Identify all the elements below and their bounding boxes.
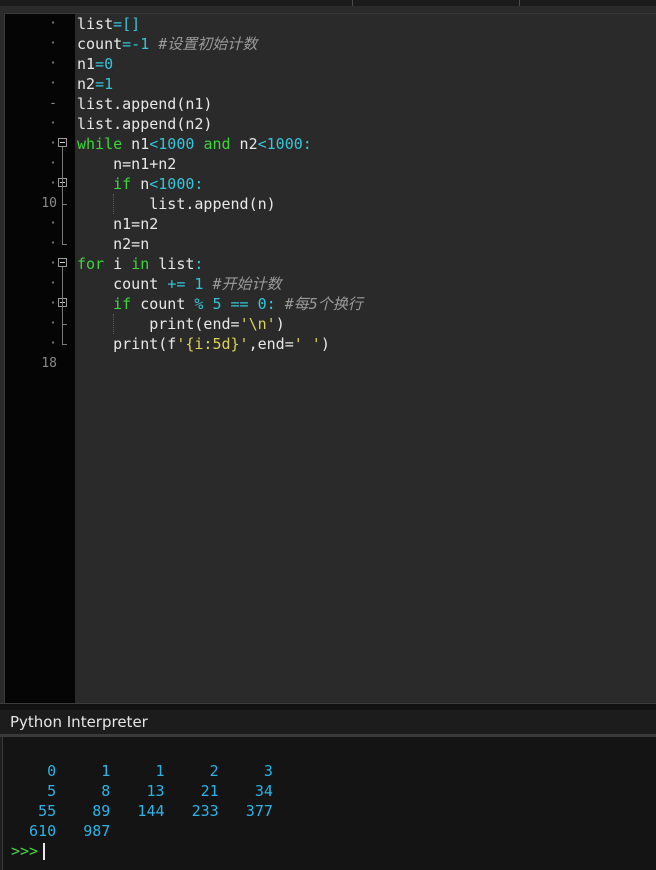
interpreter-console[interactable]: 0 1 1 2 3 5 8 13 21 34 55 89 144 233 377… [2, 737, 656, 870]
line-number: · [49, 56, 57, 71]
gutter-line: 18 [5, 354, 75, 374]
code-line[interactable]: if count % 5 == 0: #每5个换行 [77, 294, 363, 314]
indent-guide [113, 194, 114, 214]
prompt-marker: >>> [11, 842, 39, 860]
output-line: 0 1 1 2 3 [11, 762, 273, 780]
line-number: · [49, 216, 57, 231]
line-number: · [49, 36, 57, 51]
pane-splitter[interactable] [0, 703, 656, 710]
fold-toggle-icon[interactable] [58, 258, 67, 267]
code-line[interactable]: n2=n [77, 234, 149, 254]
code-line[interactable]: list.append(n) [77, 194, 275, 214]
gutter-line: · [5, 54, 75, 74]
top-strip [0, 0, 656, 6]
gutter-line: · [5, 254, 75, 274]
editor-pane[interactable]: · · · · - · · · · 10 · · · · · · · 18 list=[] count=-1 #设置… [0, 0, 656, 703]
code-line[interactable]: if n<1000: [77, 174, 203, 194]
fold-guide [62, 307, 63, 324]
output-line: 610 987 [11, 822, 111, 840]
code-line[interactable]: n1=0 [77, 54, 113, 74]
code-line[interactable]: n=n1+n2 [77, 154, 176, 174]
code-line[interactable]: list=[] [77, 14, 140, 34]
interpreter-header: Python Interpreter [0, 710, 656, 734]
gutter-line: · [5, 14, 75, 34]
fold-guide [62, 267, 63, 344]
output-line: 5 8 13 21 34 [11, 782, 273, 800]
fold-end [62, 344, 67, 345]
line-number: · [49, 336, 57, 351]
line-number: · [49, 276, 57, 291]
line-number: 10 [41, 196, 57, 211]
line-number: · [49, 256, 57, 271]
text-cursor [43, 843, 46, 860]
gutter-line: · [5, 294, 75, 314]
line-number: · [49, 316, 57, 331]
code-line[interactable]: n2=1 [77, 74, 113, 94]
line-number: · [49, 156, 57, 171]
gutter-line: · [5, 34, 75, 54]
code-line[interactable]: count=-1 #设置初始计数 [77, 34, 257, 54]
line-number: · [49, 236, 57, 251]
gutter-line: · [5, 274, 75, 294]
interpreter-title: Python Interpreter [10, 713, 148, 731]
line-number: 18 [41, 356, 57, 371]
prompt-line[interactable]: >>> [11, 841, 46, 861]
code-line[interactable]: list.append(n2) [77, 114, 212, 134]
output-line: 55 89 144 233 377 [11, 802, 273, 820]
indent-guide [113, 314, 114, 334]
line-number: · [49, 116, 57, 131]
code-line[interactable]: count += 1 #开始计数 [77, 274, 281, 294]
code-line[interactable]: while n1<1000 and n2<1000: [77, 134, 312, 154]
line-number: · [49, 16, 57, 31]
code-line[interactable]: list.append(n1) [77, 94, 212, 114]
gutter-line: · [5, 174, 75, 194]
code-line[interactable]: for i in list: [77, 254, 203, 274]
code-line[interactable]: print(f'{i:5d}',end=' ') [77, 334, 330, 354]
line-number: · [49, 136, 57, 151]
line-number: · [49, 76, 57, 91]
gutter-line: · [5, 134, 75, 154]
line-number: · [49, 176, 57, 191]
gutter-line: · [5, 154, 75, 174]
fold-toggle-icon[interactable] [58, 138, 67, 147]
fold-end [62, 204, 67, 205]
fold-end [62, 324, 67, 325]
line-number: · [49, 296, 57, 311]
fold-end [62, 244, 67, 245]
code-line[interactable]: n1=n2 [77, 214, 158, 234]
gutter-line: · [5, 114, 75, 134]
code-line[interactable]: print(end='\n') [77, 314, 284, 334]
gutter-line: · [5, 74, 75, 94]
gutter-line: · [5, 214, 75, 234]
gutter-line: - [5, 94, 75, 114]
fold-guide [62, 187, 63, 204]
line-number: - [49, 96, 57, 111]
